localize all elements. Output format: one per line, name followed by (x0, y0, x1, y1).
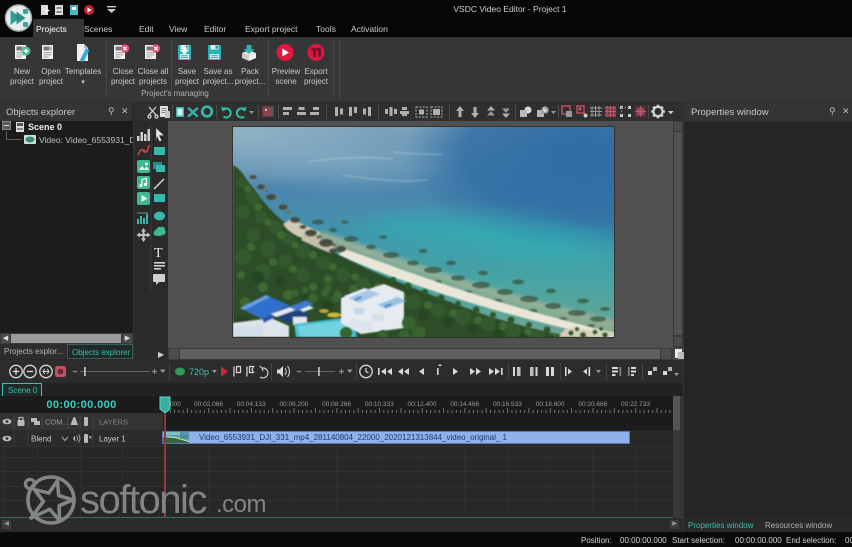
svg-text:Blend: Blend (31, 435, 51, 444)
svg-text:00:18.600: 00:18.600 (536, 401, 565, 408)
svg-text:00:10.333: 00:10.333 (365, 401, 394, 408)
svg-text:Layer 1: Layer 1 (99, 435, 126, 444)
svg-text:720p: 720p (189, 367, 209, 377)
svg-text:00:04.133: 00:04.133 (237, 401, 266, 408)
svg-text:00:02.066: 00:02.066 (194, 401, 223, 408)
svg-text:000: 000 (170, 401, 181, 408)
svg-text:00:08.266: 00:08.266 (322, 401, 351, 408)
svg-text:COM...: COM... (45, 418, 69, 427)
svg-text:00:12.400: 00:12.400 (408, 401, 437, 408)
svg-text:00:14.466: 00:14.466 (450, 401, 479, 408)
svg-text:softonic: softonic (80, 478, 206, 522)
svg-text:.com: .com (216, 491, 266, 518)
svg-text:00:16.533: 00:16.533 (493, 401, 522, 408)
svg-text:00:06.200: 00:06.200 (279, 401, 308, 408)
svg-text:LAYERS: LAYERS (99, 418, 128, 427)
svg-text:00:20.666: 00:20.666 (578, 401, 607, 408)
svg-text:00:22.733: 00:22.733 (621, 401, 650, 408)
svg-text:T: T (154, 246, 163, 261)
